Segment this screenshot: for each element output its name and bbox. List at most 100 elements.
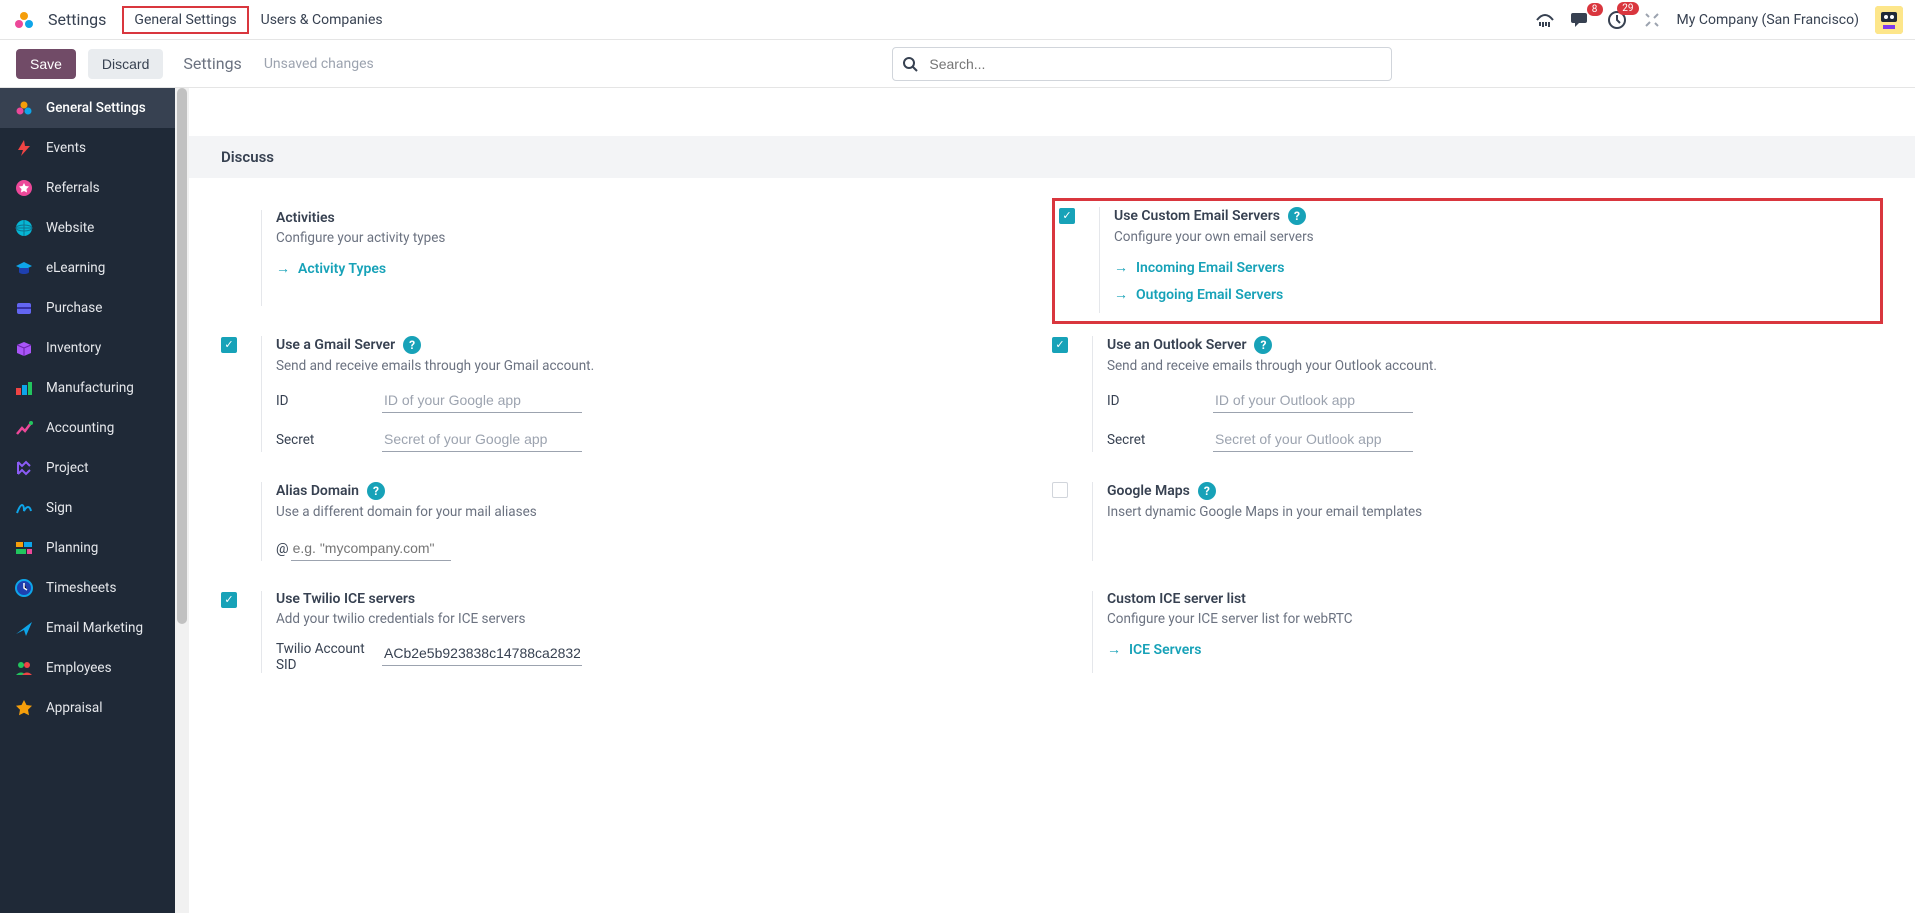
gmaps-desc: Insert dynamic Google Maps in your email… <box>1107 504 1863 520</box>
help-icon[interactable]: ? <box>1198 482 1216 500</box>
checkbox-outlook[interactable] <box>1052 337 1068 353</box>
app-title[interactable]: Settings <box>48 10 106 29</box>
app-logo-icon[interactable] <box>12 8 36 32</box>
employees-icon <box>14 658 34 678</box>
scroll-thumb[interactable] <box>177 88 187 624</box>
user-avatar[interactable] <box>1875 6 1903 34</box>
menu-general-settings[interactable]: General Settings <box>122 6 248 34</box>
sidebar-item-purchase[interactable]: Purchase <box>0 288 175 328</box>
inventory-icon <box>14 338 34 358</box>
email-marketing-icon <box>14 618 34 638</box>
sidebar-item-planning[interactable]: Planning <box>0 528 175 568</box>
activities-icon[interactable]: 29 <box>1607 10 1627 30</box>
referrals-icon <box>14 178 34 198</box>
custom-email-title: Use Custom Email Servers <box>1114 208 1280 224</box>
gmail-secret-input[interactable] <box>382 427 582 452</box>
alias-desc: Use a different domain for your mail ali… <box>276 504 1032 520</box>
sidebar-item-accounting[interactable]: Accounting <box>0 408 175 448</box>
link-outgoing-email-servers[interactable]: → Outgoing Email Servers <box>1114 286 1283 303</box>
sidebar-item-timesheets[interactable]: Timesheets <box>0 568 175 608</box>
checkbox-gmail[interactable] <box>221 337 237 353</box>
activities-desc: Configure your activity types <box>276 230 1032 246</box>
sidebar-item-events[interactable]: Events <box>0 128 175 168</box>
timesheets-icon <box>14 578 34 598</box>
sidebar-item-email-marketing[interactable]: Email Marketing <box>0 608 175 648</box>
sidebar-item-label: Email Marketing <box>46 620 143 636</box>
sidebar-item-label: Timesheets <box>46 580 116 596</box>
section-header-discuss: Discuss <box>189 136 1915 178</box>
sidebar-item-appraisal[interactable]: Appraisal <box>0 688 175 728</box>
sidebar-scrollbar[interactable] <box>175 88 189 913</box>
sidebar-item-label: Purchase <box>46 300 102 316</box>
ice-desc: Configure your ICE server list for webRT… <box>1107 611 1863 627</box>
sidebar-item-project[interactable]: Project <box>0 448 175 488</box>
sidebar-item-label: Events <box>46 140 86 156</box>
checkbox-twilio[interactable] <box>221 592 237 608</box>
sidebar-item-general-settings[interactable]: General Settings <box>0 88 175 128</box>
twilio-desc: Add your twilio credentials for ICE serv… <box>276 611 1032 627</box>
sidebar-item-label: eLearning <box>46 260 105 276</box>
planning-icon <box>14 538 34 558</box>
help-icon[interactable]: ? <box>367 482 385 500</box>
help-icon[interactable]: ? <box>403 336 421 354</box>
debug-icon[interactable] <box>1643 11 1661 29</box>
setting-alias-domain: Alias Domain ? Use a different domain fo… <box>221 470 1052 579</box>
accounting-icon <box>14 418 34 438</box>
setting-activities: Activities Configure your activity types… <box>221 198 1052 324</box>
gmail-secret-label: Secret <box>276 432 366 448</box>
link-activity-types[interactable]: → Activity Types <box>276 260 386 277</box>
twilio-sid-input[interactable] <box>382 641 582 666</box>
arrow-right-icon: → <box>1114 259 1128 276</box>
outlook-id-label: ID <box>1107 393 1197 409</box>
alias-prefix: @ <box>276 541 289 557</box>
checkbox-custom-email[interactable] <box>1059 208 1075 224</box>
gmail-title: Use a Gmail Server <box>276 337 395 353</box>
discard-button[interactable]: Discard <box>88 49 163 79</box>
settings-sidebar: General Settings Events Referrals Websit… <box>0 88 175 913</box>
company-switcher[interactable]: My Company (San Francisco) <box>1677 12 1859 28</box>
checkbox-google-maps[interactable] <box>1052 482 1068 498</box>
activities-title: Activities <box>276 210 1032 226</box>
setting-custom-email-servers: Use Custom Email Servers ? Configure you… <box>1052 198 1883 324</box>
project-icon <box>14 458 34 478</box>
save-button[interactable]: Save <box>16 49 76 79</box>
purchase-icon <box>14 298 34 318</box>
link-ice-servers[interactable]: → ICE Servers <box>1107 641 1202 658</box>
sidebar-item-referrals[interactable]: Referrals <box>0 168 175 208</box>
setting-twilio: Use Twilio ICE servers Add your twilio c… <box>221 579 1052 691</box>
outlook-id-input[interactable] <box>1213 388 1413 413</box>
setting-gmail: Use a Gmail Server ? Send and receive em… <box>221 324 1052 470</box>
top-nav: Settings General Settings Users & Compan… <box>0 0 1915 40</box>
gmail-id-input[interactable] <box>382 388 582 413</box>
outlook-desc: Send and receive emails through your Out… <box>1107 358 1863 374</box>
sidebar-item-employees[interactable]: Employees <box>0 648 175 688</box>
sidebar-item-label: Inventory <box>46 340 101 356</box>
appraisal-icon <box>14 698 34 718</box>
settings-content: Discuss Activities Configure your activi… <box>189 88 1915 913</box>
sidebar-item-website[interactable]: Website <box>0 208 175 248</box>
outlook-secret-input[interactable] <box>1213 427 1413 452</box>
custom-email-desc: Configure your own email servers <box>1114 229 1852 245</box>
help-icon[interactable]: ? <box>1254 336 1272 354</box>
sidebar-item-elearning[interactable]: eLearning <box>0 248 175 288</box>
sidebar-item-sign[interactable]: Sign <box>0 488 175 528</box>
breadcrumb-title: Settings <box>183 54 241 73</box>
alias-domain-input[interactable] <box>291 536 451 561</box>
sidebar-item-label: Planning <box>46 540 98 556</box>
link-incoming-email-servers[interactable]: → Incoming Email Servers <box>1114 259 1284 276</box>
sidebar-item-label: Website <box>46 220 94 236</box>
menu-users-companies[interactable]: Users & Companies <box>249 6 395 34</box>
messages-icon[interactable]: 8 <box>1571 11 1591 29</box>
sidebar-item-inventory[interactable]: Inventory <box>0 328 175 368</box>
unsaved-status: Unsaved changes <box>264 56 374 72</box>
sidebar-item-label: Appraisal <box>46 700 103 716</box>
search-input[interactable] <box>892 47 1392 81</box>
help-icon[interactable]: ? <box>1288 207 1306 225</box>
arrow-right-icon: → <box>1107 641 1121 658</box>
sidebar-item-manufacturing[interactable]: Manufacturing <box>0 368 175 408</box>
alias-title: Alias Domain <box>276 483 359 499</box>
search-icon <box>902 56 918 72</box>
gmail-desc: Send and receive emails through your Gma… <box>276 358 1032 374</box>
twilio-title: Use Twilio ICE servers <box>276 591 415 607</box>
voip-icon[interactable] <box>1535 12 1555 28</box>
